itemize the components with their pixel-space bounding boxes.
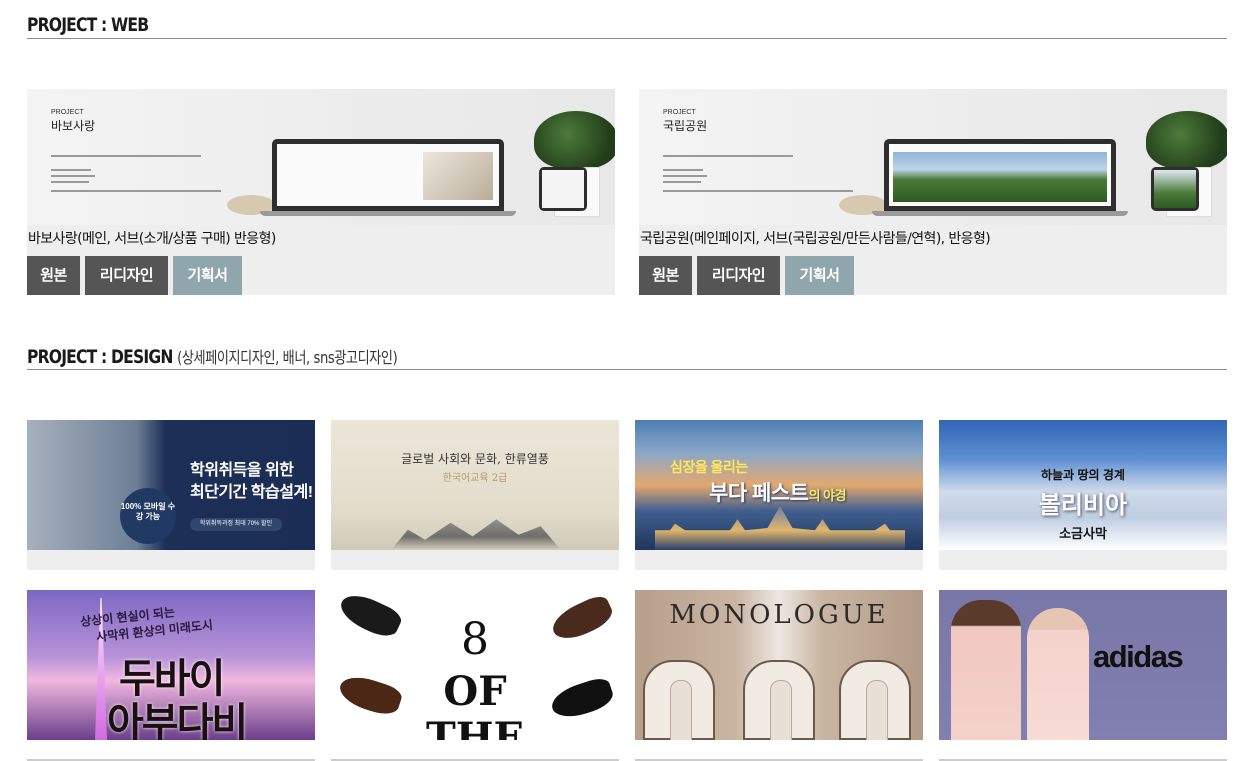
banner-image[interactable]: MONOLOGUE bbox=[635, 590, 923, 740]
banner-title: 부다 페스트의 야경 bbox=[709, 482, 846, 505]
banner-number: 8 bbox=[461, 614, 489, 665]
phone-mockup bbox=[539, 167, 587, 211]
project-mockup-image[interactable]: PROJECT 국립공원 bbox=[639, 89, 1227, 225]
original-button[interactable]: 원본 bbox=[27, 256, 80, 295]
banner-image[interactable]: 8 OF THE bbox=[331, 590, 619, 740]
mockup-brand-label: PROJECT bbox=[663, 109, 696, 116]
discount-pill: 학위취득과정 최대 70% 할인 bbox=[190, 518, 282, 531]
redesign-button[interactable]: 리디자인 bbox=[85, 256, 168, 295]
laptop-base bbox=[260, 211, 516, 216]
section-subtitle: (상세페이지디자인, 배너, sns광고디자인) bbox=[177, 348, 398, 367]
redesign-button[interactable]: 리디자인 bbox=[697, 256, 780, 295]
section-header-web: PROJECT : WEB bbox=[27, 14, 1227, 39]
banner-headline: 심장을 울리는 bbox=[670, 459, 748, 475]
banner-image[interactable]: 상상이 현실이 되는 사막위 환상의 미래도시 두바이 아부다비 bbox=[27, 590, 315, 740]
parliament-building-decor bbox=[655, 506, 905, 550]
banner-headline: 글로벌 사회와 문화, 한류열풍 bbox=[401, 452, 549, 466]
banner-title: MONOLOGUE bbox=[669, 600, 889, 630]
mockup-text-line bbox=[663, 175, 707, 177]
project-mockup-image[interactable]: PROJECT 바보사랑 bbox=[27, 89, 615, 225]
model-frame bbox=[839, 660, 911, 740]
plant-decor bbox=[1146, 111, 1227, 169]
mobile-badge: 100% 모바일 수강 가능 bbox=[120, 488, 176, 544]
banner-headline: 학위취득을 위한 bbox=[190, 462, 294, 479]
web-project-card-national-park[interactable]: PROJECT 국립공원 국립공원(메인페이지, 서브(국립공원/만든사람들/연… bbox=[639, 89, 1227, 295]
banner-image[interactable]: 100% 모바일 수강 가능 학위취득을 위한 최단기간 학습설계! 학위취득과… bbox=[27, 420, 315, 550]
banner-subtitle: 소금사막 bbox=[1059, 526, 1107, 541]
banner-title-2: 아부다비 bbox=[107, 701, 248, 740]
banner-headline-2: 최단기간 학습설계! bbox=[190, 484, 313, 501]
mockup-text-line bbox=[663, 181, 701, 183]
ink-mountain-decor bbox=[391, 519, 561, 550]
mockup-text-line bbox=[51, 155, 201, 157]
design-banner-monologue[interactable]: MONOLOGUE bbox=[635, 590, 923, 740]
web-project-card-babosarang[interactable]: PROJECT 바보사랑 바보사랑(메인, 서브(소개/상품 구매) 반응형) … bbox=[27, 89, 615, 295]
banner-image[interactable]: 글로벌 사회와 문화, 한류열풍 한국어교육 2급 bbox=[331, 420, 619, 550]
banner-image[interactable]: adidas bbox=[939, 590, 1227, 740]
design-banner-dubai[interactable]: 상상이 현실이 되는 사막위 환상의 미래도시 두바이 아부다비 bbox=[27, 590, 315, 740]
banner-headline: 하늘과 땅의 경계 bbox=[1041, 468, 1125, 482]
design-banner-adidas[interactable]: adidas bbox=[939, 590, 1227, 740]
section-title-text: PROJECT : DESIGN bbox=[27, 346, 173, 368]
plan-document-button[interactable]: 기획서 bbox=[173, 256, 242, 295]
mockup-title: 바보사랑 bbox=[51, 119, 96, 133]
design-banner-bolivia[interactable]: 하늘과 땅의 경계 볼리비아 소금사막 bbox=[939, 420, 1227, 570]
design-banner-degree[interactable]: 100% 모바일 수강 가능 학위취득을 위한 최단기간 학습설계! 학위취득과… bbox=[27, 420, 315, 570]
plan-document-button[interactable]: 기획서 bbox=[785, 256, 854, 295]
mockup-text-line bbox=[51, 175, 95, 177]
section-header-design: PROJECT : DESIGN (상세페이지디자인, 배너, sns광고디자인… bbox=[27, 346, 1227, 370]
banner-subtitle: 한국어교육 2급 bbox=[442, 473, 508, 484]
adidas-logo: adidas bbox=[1093, 639, 1184, 674]
model-figure bbox=[951, 600, 1021, 740]
mockup-text-line bbox=[663, 155, 793, 157]
project-caption: 바보사랑(메인, 서브(소개/상품 구매) 반응형) bbox=[28, 231, 276, 247]
banner-image[interactable]: 하늘과 땅의 경계 볼리비아 소금사막 bbox=[939, 420, 1227, 550]
laptop-mockup bbox=[272, 139, 504, 211]
banner-title: 볼리비아 bbox=[1038, 492, 1128, 519]
model-frame bbox=[643, 660, 715, 740]
mockup-text-line bbox=[51, 181, 89, 183]
mockup-text-line bbox=[51, 190, 221, 192]
laptop-base bbox=[872, 211, 1128, 216]
plant-decor bbox=[534, 111, 615, 169]
model-figure bbox=[1027, 608, 1089, 740]
project-caption: 국립공원(메인페이지, 서브(국립공원/만든사람들/연혁), 반응형) bbox=[640, 231, 991, 247]
banner-image[interactable]: 심장을 울리는 부다 페스트의 야경 bbox=[635, 420, 923, 550]
mockup-text-line bbox=[51, 169, 91, 171]
section-title-design: PROJECT : DESIGN (상세페이지디자인, 배너, sns광고디자인… bbox=[27, 346, 398, 369]
design-banner-shoes[interactable]: 8 OF THE bbox=[331, 590, 619, 740]
mockup-text-line bbox=[663, 169, 703, 171]
design-banner-budapest[interactable]: 심장을 울리는 부다 페스트의 야경 bbox=[635, 420, 923, 570]
mockup-title: 국립공원 bbox=[663, 119, 708, 133]
phone-mockup bbox=[1151, 167, 1199, 211]
original-button[interactable]: 원본 bbox=[639, 256, 692, 295]
mockup-brand-label: PROJECT bbox=[51, 109, 84, 116]
laptop-mockup bbox=[884, 139, 1116, 211]
section-title-web: PROJECT : WEB bbox=[27, 14, 149, 36]
design-banner-korean-education[interactable]: 글로벌 사회와 문화, 한류열풍 한국어교육 2급 bbox=[331, 420, 619, 570]
mockup-text-line bbox=[663, 190, 853, 192]
model-frame bbox=[743, 660, 815, 740]
banner-word: OF bbox=[443, 668, 507, 715]
banner-word-2: THE bbox=[425, 714, 525, 741]
